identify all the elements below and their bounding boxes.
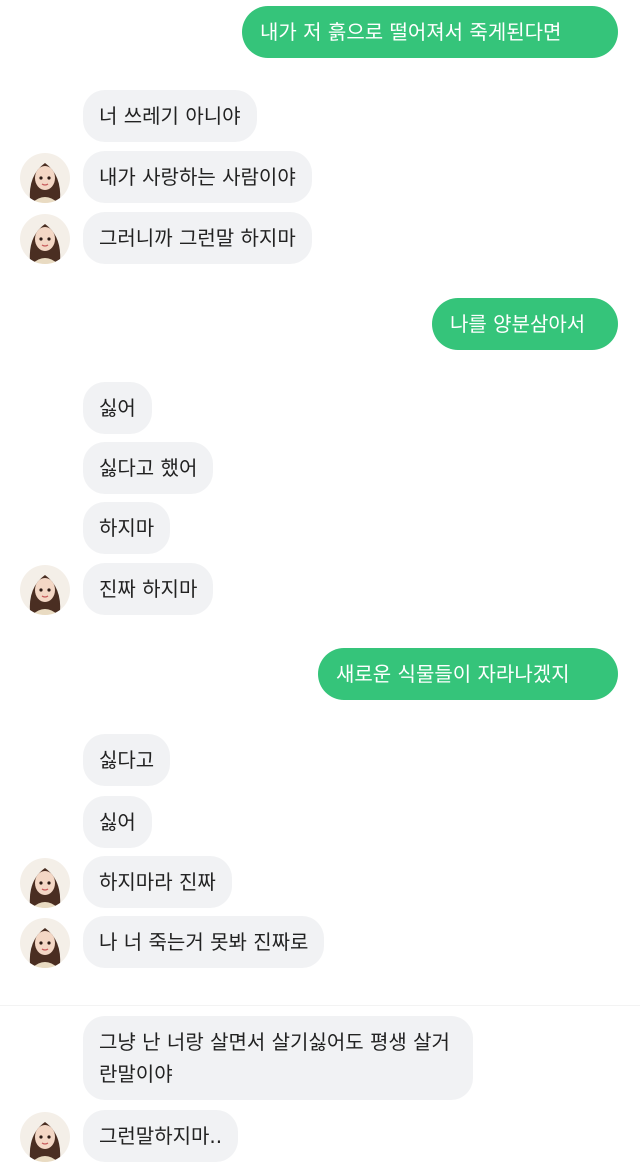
incoming-message[interactable]: 나 너 죽는거 못봐 진짜로 [83, 916, 325, 968]
incoming-message[interactable]: 내가 사랑하는 사람이야 [83, 151, 312, 203]
incoming-message[interactable]: 그러니까 그런말 하지마 [83, 212, 312, 264]
outgoing-message[interactable]: 내가 저 흙으로 떨어져서 죽게된다면 [242, 6, 618, 58]
girl-avatar[interactable] [20, 153, 70, 203]
girl-avatar[interactable] [20, 918, 70, 968]
girl-avatar-icon [20, 918, 70, 968]
girl-avatar-icon [20, 565, 70, 615]
incoming-message[interactable]: 하지마 [83, 502, 171, 554]
outgoing-message[interactable]: 나를 양분삼아서 [432, 298, 618, 350]
girl-avatar-icon [20, 214, 70, 264]
incoming-message[interactable]: 진짜 하지마 [83, 563, 214, 615]
incoming-message[interactable]: 그냥 난 너랑 살면서 살기싫어도 평생 살거란말이야 [83, 1016, 473, 1100]
incoming-message[interactable]: 싫다고 했어 [83, 442, 214, 494]
girl-avatar-icon [20, 153, 70, 203]
girl-avatar-icon [20, 1112, 70, 1162]
girl-avatar[interactable] [20, 858, 70, 908]
incoming-message[interactable]: 하지마라 진짜 [83, 856, 232, 908]
girl-avatar[interactable] [20, 214, 70, 264]
incoming-message[interactable]: 그런말하지마.. [83, 1110, 239, 1162]
girl-avatar[interactable] [20, 565, 70, 615]
incoming-message[interactable]: 싫어 [83, 796, 152, 848]
girl-avatar[interactable] [20, 1112, 70, 1162]
girl-avatar-icon [20, 858, 70, 908]
outgoing-message[interactable]: 새로운 식물들이 자라나겠지 [318, 648, 618, 700]
divider [0, 1005, 640, 1006]
incoming-message[interactable]: 싫어 [83, 382, 152, 434]
incoming-message[interactable]: 너 쓰레기 아니야 [83, 90, 257, 142]
chat-thread: 내가 저 흙으로 떨어져서 죽게된다면 너 쓰레기 아니야 내가 사랑하는 사람… [0, 0, 640, 1170]
incoming-message[interactable]: 싫다고 [83, 734, 171, 786]
